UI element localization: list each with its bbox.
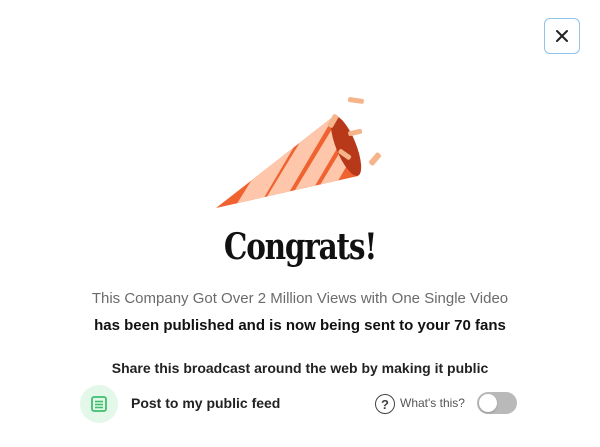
feed-icon: [80, 385, 118, 423]
close-button[interactable]: [544, 18, 580, 54]
question-icon[interactable]: ?: [375, 394, 395, 414]
whats-this-link[interactable]: What's this?: [400, 396, 465, 410]
congrats-title: Congrats!: [223, 226, 377, 268]
public-feed-toggle[interactable]: [477, 392, 517, 414]
post-title: This Company Got Over 2 Million Views wi…: [91, 290, 509, 307]
congrats-dialog: Congrats! This Company Got Over 2 Millio…: [0, 0, 600, 447]
public-feed-row: Post to my public feed ? What's this?: [80, 385, 520, 423]
share-prompt: Share this broadcast around the web by m…: [111, 360, 489, 376]
published-message: has been published and is now being sent…: [94, 317, 506, 334]
toggle-knob: [479, 394, 497, 412]
party-popper-icon: [216, 97, 381, 208]
close-icon: [556, 30, 568, 42]
public-feed-label: Post to my public feed: [131, 395, 281, 411]
